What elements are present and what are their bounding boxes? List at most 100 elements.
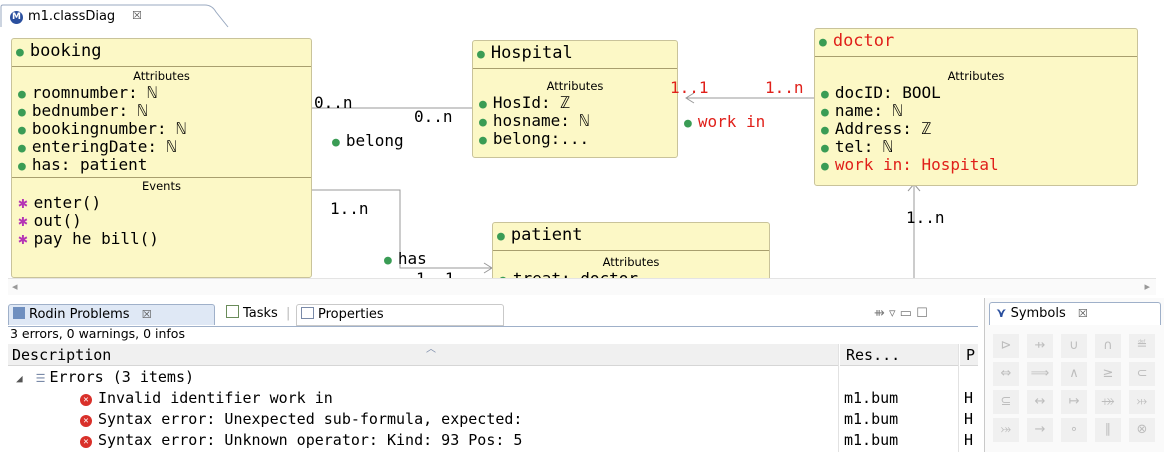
diagram-canvas[interactable]: ● booking Attributes ● roomnumber: ℕ ● bedn… bbox=[8, 28, 1156, 278]
work-in-label[interactable]: ● work in bbox=[684, 112, 765, 131]
attribute: ● roomnumber: ℕ bbox=[18, 83, 158, 102]
error-attribute: ● work in: Hospital bbox=[821, 155, 999, 174]
symbol-button[interactable]: ≝ bbox=[1129, 334, 1155, 358]
has-label[interactable]: ● has bbox=[384, 249, 427, 268]
tasks-icon bbox=[226, 305, 239, 318]
work-in-multiplicity-hospital: 1..1 bbox=[670, 78, 709, 97]
doctor-title: ● doctor bbox=[819, 31, 895, 51]
attribute: ● enteringDate: ℕ bbox=[18, 137, 177, 156]
editor-tab-title: m1.classDiag bbox=[28, 9, 116, 24]
table-row[interactable]: ✕ Invalid identifier work in m1.bum H bbox=[8, 388, 978, 409]
booking-class[interactable]: ● booking Attributes ● roomnumber: ℕ ● bedn… bbox=[11, 38, 312, 278]
sort-indicator-icon: ︿ bbox=[426, 344, 436, 355]
attribute: ● has: patient bbox=[18, 155, 148, 174]
table-row[interactable]: ✕ Syntax error: Unknown operator: Kind: 9… bbox=[8, 430, 978, 451]
column-path[interactable]: P bbox=[960, 344, 978, 366]
symbol-button[interactable]: ⊆ bbox=[993, 390, 1019, 414]
attribute: ● bookingnumber: ℕ bbox=[18, 119, 186, 138]
close-icon[interactable]: ☒ bbox=[132, 9, 142, 22]
symbol-button[interactable]: ⇔ bbox=[993, 362, 1019, 386]
attribute: ● tel: ℕ bbox=[821, 137, 893, 156]
column-description[interactable]: Description bbox=[8, 344, 838, 366]
error-icon: ✕ bbox=[80, 394, 92, 406]
error-icon: ✕ bbox=[80, 415, 92, 427]
attributes-header: Attributes bbox=[602, 255, 660, 269]
symbol-button[interactable]: ∪ bbox=[1061, 334, 1087, 358]
doctor-bottom-multiplicity: 1..n bbox=[906, 208, 945, 227]
hospital-class[interactable]: ● Hospital Attributes ● HosId: ℤ ● hosname:… bbox=[472, 40, 678, 158]
symbol-button[interactable]: ⊳ bbox=[993, 334, 1019, 358]
doctor-class[interactable]: ● doctor Attributes ● docID: BOOL ● name: ℕ… bbox=[814, 28, 1138, 186]
events-header: Events bbox=[142, 179, 181, 193]
symbol-button[interactable]: ↔ bbox=[1027, 390, 1053, 414]
attributes-header: Attributes bbox=[546, 79, 604, 93]
attribute: ● HosId: ℤ bbox=[479, 93, 570, 112]
divider bbox=[473, 68, 677, 69]
table-row[interactable]: ✕ Syntax error: Unexpected sub-formula, e… bbox=[8, 409, 978, 430]
attribute: ● bednumber: ℕ bbox=[18, 101, 148, 120]
error-icon: ✕ bbox=[80, 436, 92, 448]
tab-rodin-problems[interactable]: Rodin Problems ☒ bbox=[8, 304, 215, 325]
divider bbox=[815, 56, 1137, 57]
attribute: ● Address: ℤ bbox=[821, 119, 932, 138]
error-group-row[interactable]: ◢ ☰ Errors (3 items) bbox=[8, 367, 978, 388]
symbol-button[interactable]: ⤖ bbox=[993, 418, 1019, 442]
tab-tasks[interactable]: Tasks | bbox=[226, 304, 290, 324]
symbol-button[interactable]: ⇸ bbox=[1027, 334, 1053, 358]
symbol-button[interactable]: ⟹ bbox=[1027, 362, 1053, 386]
belong-multiplicity-right: 0..n bbox=[414, 107, 453, 126]
divider bbox=[12, 177, 311, 178]
tab-properties[interactable]: Properties bbox=[296, 304, 504, 326]
symbol-button[interactable]: ∩ bbox=[1095, 334, 1121, 358]
patient-title: ● patient bbox=[497, 225, 583, 245]
symbol-grid: ⊳ ⇸ ∪ ∩ ≝ ⇔ ⟹ ∧ ≥ ⊂ ⊆ ↔ ↦ ⤀ ⤔ ⤖ → ∘ ∥ ⊗ bbox=[993, 334, 1163, 450]
symbol-button[interactable]: ∘ bbox=[1061, 418, 1087, 442]
work-in-multiplicity-doctor: 1..n bbox=[765, 78, 804, 97]
belong-label[interactable]: ● belong bbox=[332, 131, 404, 150]
symbol-button[interactable]: ≥ bbox=[1095, 362, 1121, 386]
symbol-button[interactable]: ⊂ bbox=[1129, 362, 1155, 386]
symbol-button[interactable]: ∧ bbox=[1061, 362, 1087, 386]
divider bbox=[12, 66, 311, 67]
event: ✱ out() bbox=[18, 211, 82, 230]
editor-tab-bar: M m1.classDiag ☒ bbox=[0, 0, 1164, 28]
symbols-icon: ⋎ bbox=[996, 306, 1007, 321]
symbol-button[interactable]: ↦ bbox=[1061, 390, 1087, 414]
properties-icon bbox=[301, 307, 314, 319]
editor-tab[interactable]: M m1.classDiag ☒ bbox=[0, 4, 230, 28]
event: ✱ enter() bbox=[18, 193, 102, 212]
has-multiplicity-end: 1..1 bbox=[416, 269, 455, 278]
symbol-button[interactable]: ∥ bbox=[1095, 418, 1121, 442]
scroll-left-icon[interactable]: ◂ bbox=[12, 280, 18, 293]
symbol-button[interactable]: ⤀ bbox=[1095, 390, 1121, 414]
attribute: ● hosname: ℕ bbox=[479, 111, 590, 130]
has-multiplicity: 1..n bbox=[330, 199, 369, 218]
symbol-button[interactable]: ⊗ bbox=[1129, 418, 1155, 442]
scroll-right-icon[interactable]: ▸ bbox=[1144, 280, 1150, 293]
divider bbox=[493, 250, 769, 251]
attribute: ● name: ℕ bbox=[821, 101, 903, 120]
close-icon[interactable]: ☒ bbox=[142, 308, 152, 321]
symbol-button[interactable]: → bbox=[1027, 418, 1053, 442]
tab-symbols[interactable]: ⋎ Symbols ☒ bbox=[989, 302, 1161, 325]
event: ✱ pay he bill() bbox=[18, 229, 159, 248]
symbol-button[interactable]: ⤔ bbox=[1129, 390, 1155, 414]
attributes-header: Attributes bbox=[947, 69, 1005, 83]
view-menu-icon[interactable]: ⇻ ▿ ▭ ☐ bbox=[874, 304, 928, 324]
patient-class[interactable]: ●patient Attributes ●treat: doctor bbox=[492, 222, 770, 278]
attribute: ● belong:... bbox=[479, 129, 590, 148]
machine-icon: M bbox=[10, 11, 23, 24]
belong-multiplicity-left: 0..n bbox=[314, 93, 353, 112]
problems-summary: 3 errors, 0 warnings, 0 infos bbox=[10, 326, 185, 341]
problems-view: Rodin Problems ☒ Tasks | Properties ⇻ ▿ … bbox=[0, 298, 978, 452]
group-icon: ☰ bbox=[35, 372, 46, 385]
column-resource[interactable]: Res... bbox=[840, 344, 958, 366]
collapse-icon[interactable]: ◢ bbox=[16, 372, 23, 385]
close-icon[interactable]: ☒ bbox=[1078, 307, 1088, 320]
attribute: ●treat: doctor bbox=[499, 269, 638, 278]
horizontal-scrollbar[interactable]: ◂ ▸ bbox=[8, 278, 1156, 295]
symbols-view: ⋎ Symbols ☒ ⊳ ⇸ ∪ ∩ ≝ ⇔ ⟹ ∧ ≥ ⊂ ⊆ ↔ ↦ ⤀ ⤔ ⤖ → ∘ ∥ ⊗ bbox=[984, 298, 1164, 452]
problems-table[interactable]: Description ︿ Res... P ◢ ☰ Errors (3 item… bbox=[8, 344, 978, 452]
booking-title: ● booking bbox=[16, 41, 102, 61]
attributes-header: Attributes bbox=[133, 69, 190, 83]
